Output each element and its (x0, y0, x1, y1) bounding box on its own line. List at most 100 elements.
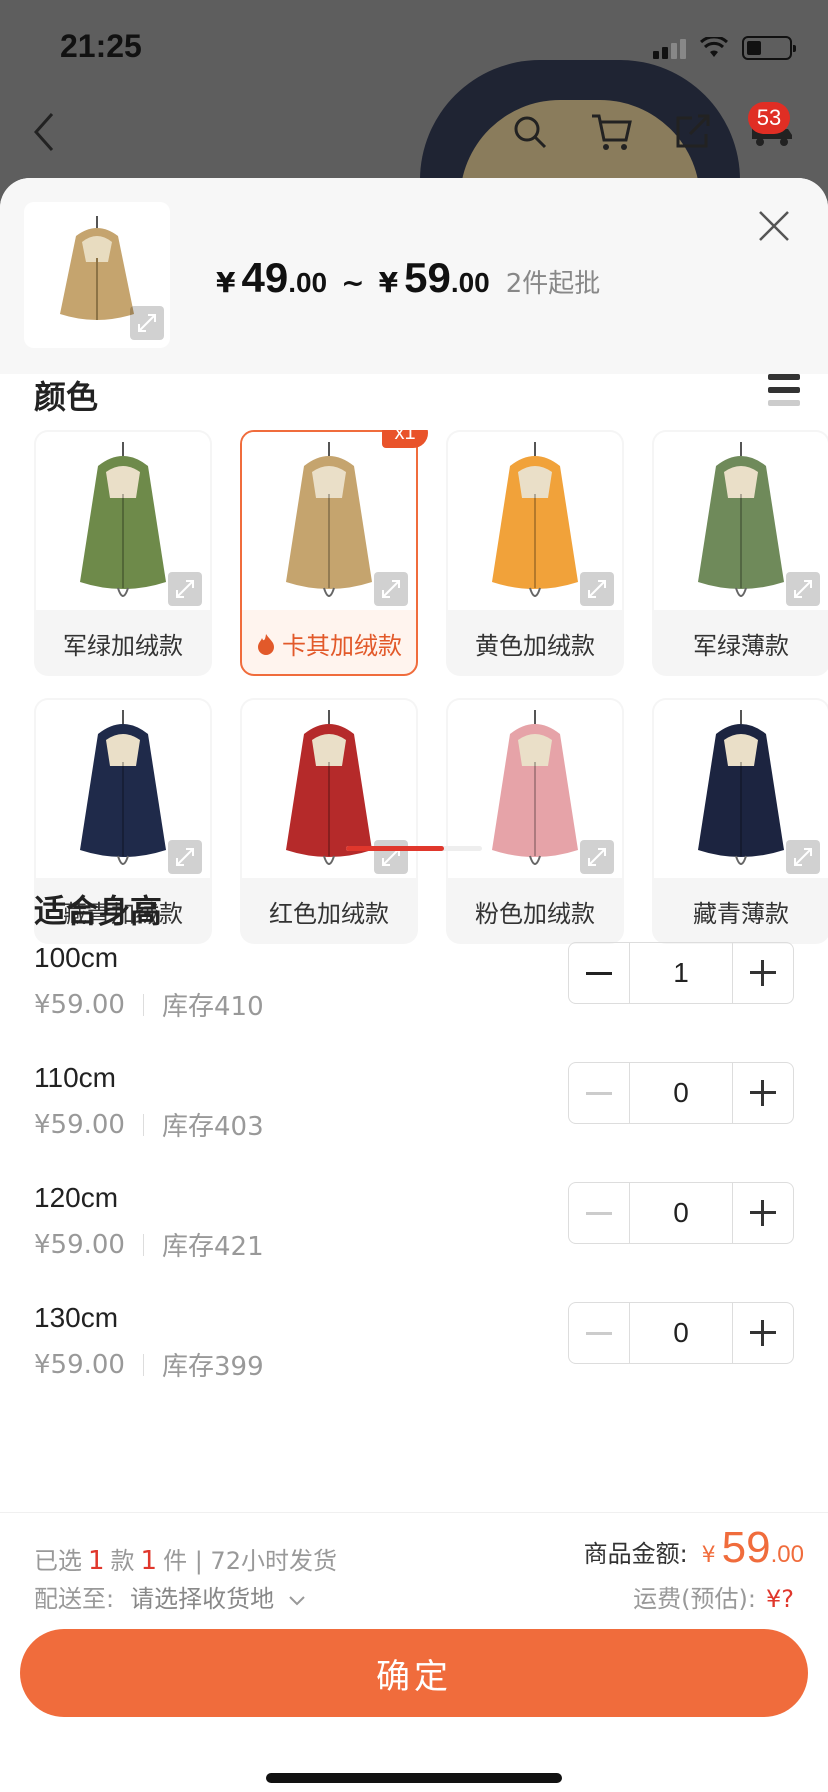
color-option-card[interactable]: 军绿加绒款 (34, 430, 212, 676)
cart-icon (592, 114, 632, 150)
freight-estimate: 运费(预估): ¥? (633, 1579, 794, 1614)
sheet-footer: 已选 1 款 1 件 | 72小时发货 配送至: 请选择收货地 商品金额: ¥ 59 .0… (0, 1512, 828, 1792)
expand-icon[interactable] (374, 572, 408, 606)
increase-button[interactable] (733, 1183, 793, 1243)
status-icons (653, 36, 796, 60)
increase-button[interactable] (733, 1063, 793, 1123)
color-option-label: 藏青薄款 (654, 880, 828, 942)
size-stock: 库存403 (161, 1112, 264, 1142)
close-icon[interactable] (756, 208, 792, 244)
freight-label: 运费(预估): (633, 1585, 756, 1613)
freight-value: ¥? (765, 1585, 794, 1613)
color-option-card[interactable]: 粉色加绒款 (446, 698, 624, 944)
quantity-value[interactable]: 0 (629, 1183, 733, 1243)
battery-icon (742, 36, 796, 60)
total-amount: 商品金额: ¥ 59 .00 (584, 1523, 804, 1573)
ship-to-row[interactable]: 配送至: 请选择收货地 (34, 1579, 306, 1614)
expand-icon[interactable] (130, 306, 164, 340)
color-option-card[interactable]: 黄色加绒款 (446, 430, 624, 676)
quantity-value[interactable]: 0 (629, 1063, 733, 1123)
quantity-stepper: 0 (568, 1062, 794, 1124)
share-icon (676, 114, 710, 148)
size-row: 110cm ¥59.00 库存403 0 (34, 1062, 794, 1162)
price-max-decimal: .00 (450, 267, 490, 298)
decrease-button[interactable] (569, 1303, 629, 1363)
size-price: ¥59.00 (34, 1349, 125, 1380)
product-thumbnail[interactable] (24, 202, 170, 348)
divider (142, 1233, 144, 1256)
color-option-text: 卡其加绒款 (282, 631, 402, 660)
expand-icon[interactable] (168, 572, 202, 606)
color-option-card[interactable]: 藏青薄款 (652, 698, 828, 944)
color-section-title: 颜色 (34, 378, 99, 416)
color-option-label: 军绿薄款 (654, 612, 828, 674)
price-max-integer: 59 (404, 254, 451, 301)
home-indicator (266, 1773, 562, 1783)
color-option-card[interactable]: 军绿薄款 (652, 430, 828, 676)
expand-icon[interactable] (580, 840, 614, 874)
styles-unit: 款 (110, 1547, 135, 1575)
price-min-decimal: .00 (288, 267, 328, 298)
size-row: 120cm ¥59.00 库存421 0 (34, 1182, 794, 1282)
color-option-text: 粉色加绒款 (475, 899, 595, 928)
total-decimal: .00 (770, 1541, 804, 1568)
share-button[interactable] (660, 100, 724, 164)
increase-button[interactable] (733, 1303, 793, 1363)
minus-icon (586, 971, 612, 975)
color-option-text: 红色加绒款 (269, 899, 389, 928)
total-label: 商品金额: (583, 1540, 688, 1568)
currency-symbol: ¥ (216, 266, 236, 299)
quantity-value[interactable]: 0 (629, 1303, 733, 1363)
decrease-button[interactable] (569, 1063, 629, 1123)
color-option-label: 军绿加绒款 (36, 612, 210, 674)
size-stock: 库存421 (161, 1232, 264, 1262)
flame-icon (256, 629, 282, 657)
total-integer: 59 (721, 1523, 771, 1572)
color-option-text: 军绿薄款 (693, 631, 789, 660)
ship-to-address[interactable]: 请选择收货地 (130, 1585, 274, 1613)
divider (142, 993, 144, 1016)
selected-styles-count: 1 (88, 1546, 105, 1576)
total-currency: ¥ (701, 1543, 716, 1568)
size-name: 130cm (34, 1302, 119, 1333)
search-button[interactable] (498, 100, 562, 164)
color-option-card[interactable]: 红色加绒款 (240, 698, 418, 944)
plus-icon (750, 1320, 776, 1346)
selected-prefix: 已选 (34, 1547, 82, 1575)
confirm-button[interactable]: 确定 (20, 1629, 808, 1717)
decrease-button[interactable] (569, 943, 629, 1003)
divider (142, 1113, 144, 1136)
decrease-button[interactable] (569, 1183, 629, 1243)
signal-icon (653, 37, 686, 59)
expand-icon[interactable] (168, 840, 202, 874)
color-scroll-indicator (346, 846, 482, 851)
increase-button[interactable] (733, 943, 793, 1003)
cart-button[interactable] (580, 100, 644, 164)
minus-icon (586, 1091, 612, 1095)
price-min-integer: 49 (241, 254, 289, 301)
quantity-value[interactable]: 1 (629, 943, 733, 1003)
selected-items-count: 1 (140, 1546, 158, 1576)
back-arrow-icon[interactable] (30, 110, 60, 154)
sheet-header: ¥ 49 .00 ~ ¥ 59 .00 2件起批 (0, 178, 828, 374)
size-row: 100cm ¥59.00 库存410 1 (34, 942, 794, 1042)
size-name: 110cm (34, 1062, 116, 1093)
size-name: 120cm (34, 1182, 119, 1213)
minus-icon (586, 1211, 612, 1215)
wifi-icon (700, 37, 728, 57)
background-page: 21:25 53 (0, 0, 828, 200)
list-view-toggle-icon[interactable] (768, 374, 800, 406)
expand-icon[interactable] (786, 840, 820, 874)
color-option-card[interactable]: 卡其加绒款 (240, 430, 418, 676)
color-option-text: 军绿加绒款 (63, 631, 183, 660)
color-option-label: 卡其加绒款 (242, 612, 416, 674)
size-meta: ¥59.00 库存410 (34, 986, 264, 1023)
quantity-stepper: 0 (568, 1182, 794, 1244)
size-stock: 库存399 (161, 1352, 264, 1382)
expand-icon[interactable] (580, 572, 614, 606)
color-option-label: 红色加绒款 (242, 880, 416, 942)
expand-icon[interactable] (786, 572, 820, 606)
color-option-text: 黄色加绒款 (475, 631, 595, 660)
size-meta: ¥59.00 库存399 (34, 1346, 264, 1383)
color-option-text: 藏青薄款 (693, 899, 789, 928)
